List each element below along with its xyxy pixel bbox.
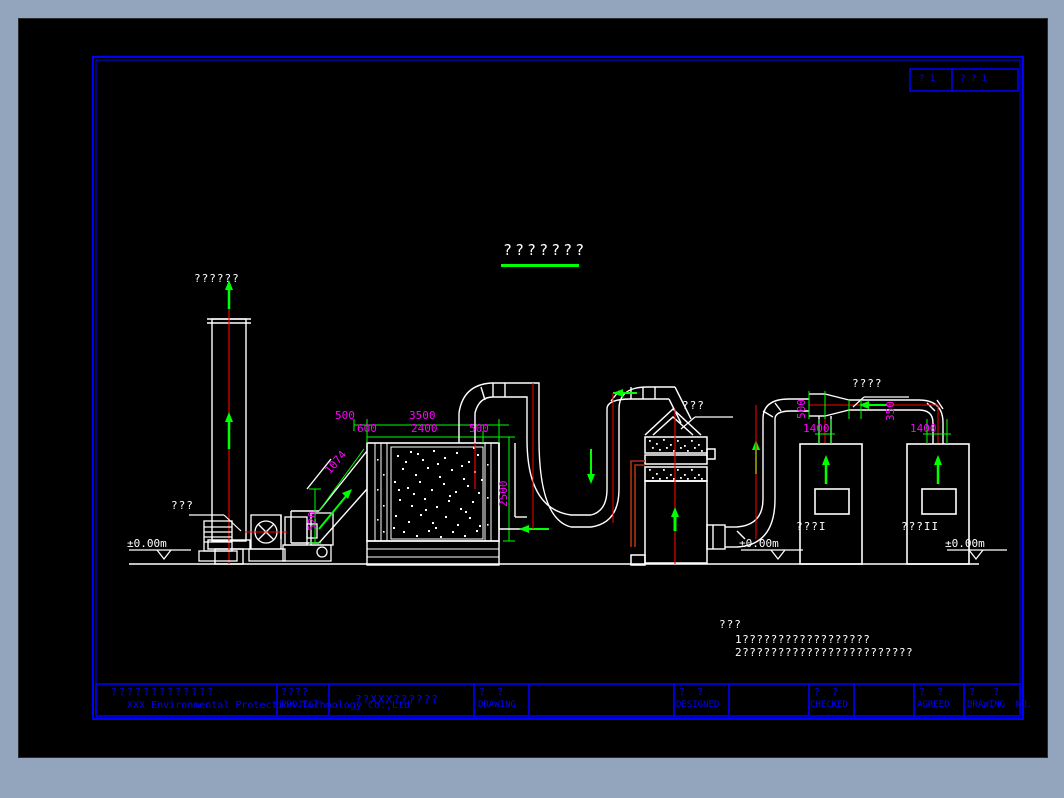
collection-hood-1 xyxy=(799,443,863,565)
sheet-page-label: ? 1 xyxy=(919,74,936,84)
dim-1400-left: 1400 xyxy=(803,422,830,435)
cad-drawing-canvas[interactable]: ??????? ? 1 ? ? 1 ?????? ??? ??? ???? ??… xyxy=(18,18,1048,758)
tower-flow-arrow xyxy=(671,507,679,531)
dim-500-right: 500 xyxy=(469,422,489,435)
notes-line-2: 2???????????????????????? xyxy=(735,646,914,659)
sheet-border-outer xyxy=(92,56,1024,720)
dim-600: 600 xyxy=(357,422,377,435)
notes-heading: ??? xyxy=(719,618,742,631)
project-field-label-en: PROJECT xyxy=(281,700,319,710)
page-title-underline xyxy=(501,264,579,267)
sheet-total-label: ? ? 1 xyxy=(960,74,988,84)
agreed-field-label-cn: ? ? xyxy=(919,687,944,698)
cad-application-window: ??????? ? 1 ? ? 1 ?????? ??? ??? ???? ??… xyxy=(0,0,1064,798)
checked-field-label-en: CHECKED xyxy=(810,700,848,710)
level-right-label: ±0.00m xyxy=(945,537,985,550)
level-marker-left xyxy=(129,549,191,561)
level-marker-right xyxy=(947,549,1007,561)
project-field-value[interactable]: ??XXX?????? xyxy=(355,694,439,705)
notes-line-1: 1?????????????????? xyxy=(735,633,871,646)
agreed-field-label-en: AGREED xyxy=(917,700,950,710)
level-left-label: ±0.00m xyxy=(127,537,167,550)
scrubber-tower xyxy=(630,407,716,566)
collection-hood-1-arrow xyxy=(822,455,830,484)
duct-tower-to-hoods xyxy=(706,398,809,550)
company-name-cn: ????????????? xyxy=(111,687,216,698)
packing-media-hatch xyxy=(649,439,703,480)
header-flow-arrow xyxy=(859,401,887,409)
page-title: ??????? xyxy=(503,241,588,259)
drawing-no-label-en: DRAWING NO. xyxy=(967,700,1033,710)
dim-2400: 2400 xyxy=(411,422,438,435)
dim-1400-right: 1400 xyxy=(910,422,937,435)
tower-leader xyxy=(680,416,733,430)
hood-1-label: ???I xyxy=(796,520,827,533)
drawing-field-label-cn: ? ? xyxy=(479,687,504,698)
stack-label: ?????? xyxy=(194,272,240,285)
recirculation-pipe xyxy=(630,460,645,547)
level-mid-label: ±0.00m xyxy=(739,537,779,550)
duct-adsorber-to-tower xyxy=(458,382,692,530)
designed-field-label-cn: ? ? xyxy=(679,687,704,698)
carbon-granule-fill xyxy=(393,447,483,538)
drawing-field-label-en: DRAWING xyxy=(478,700,516,710)
dim-350-duct: 350 xyxy=(884,401,897,421)
fan-leader xyxy=(189,514,242,532)
dim-500-duct: 500 xyxy=(795,399,808,419)
project-field-label-cn: ???? xyxy=(281,687,310,698)
dimension-lines-adsorber xyxy=(309,419,515,544)
dim-2500: 2500 xyxy=(497,480,510,508)
header-duct xyxy=(809,393,944,444)
dim-3500: 3500 xyxy=(409,409,436,422)
duct-transition-arrow xyxy=(318,489,352,530)
drawing-no-label-cn: ? ? xyxy=(969,687,1000,698)
fan-label: ??? xyxy=(171,499,194,512)
stack-flow-arrow xyxy=(225,412,233,449)
level-marker-mid xyxy=(741,549,803,561)
designed-field-label-en: DESIGNED xyxy=(676,700,720,710)
dim-500-left: 500 xyxy=(335,409,355,422)
hood-2-label: ???II xyxy=(901,520,940,533)
duct-label: ???? xyxy=(852,377,883,390)
scrubber-label: ??? xyxy=(682,399,705,412)
dim-520: 520 xyxy=(306,511,319,531)
collection-hood-2-arrow xyxy=(934,455,942,484)
checked-field-label-cn: ? ? xyxy=(814,687,839,698)
activated-carbon-adsorber xyxy=(366,442,500,566)
